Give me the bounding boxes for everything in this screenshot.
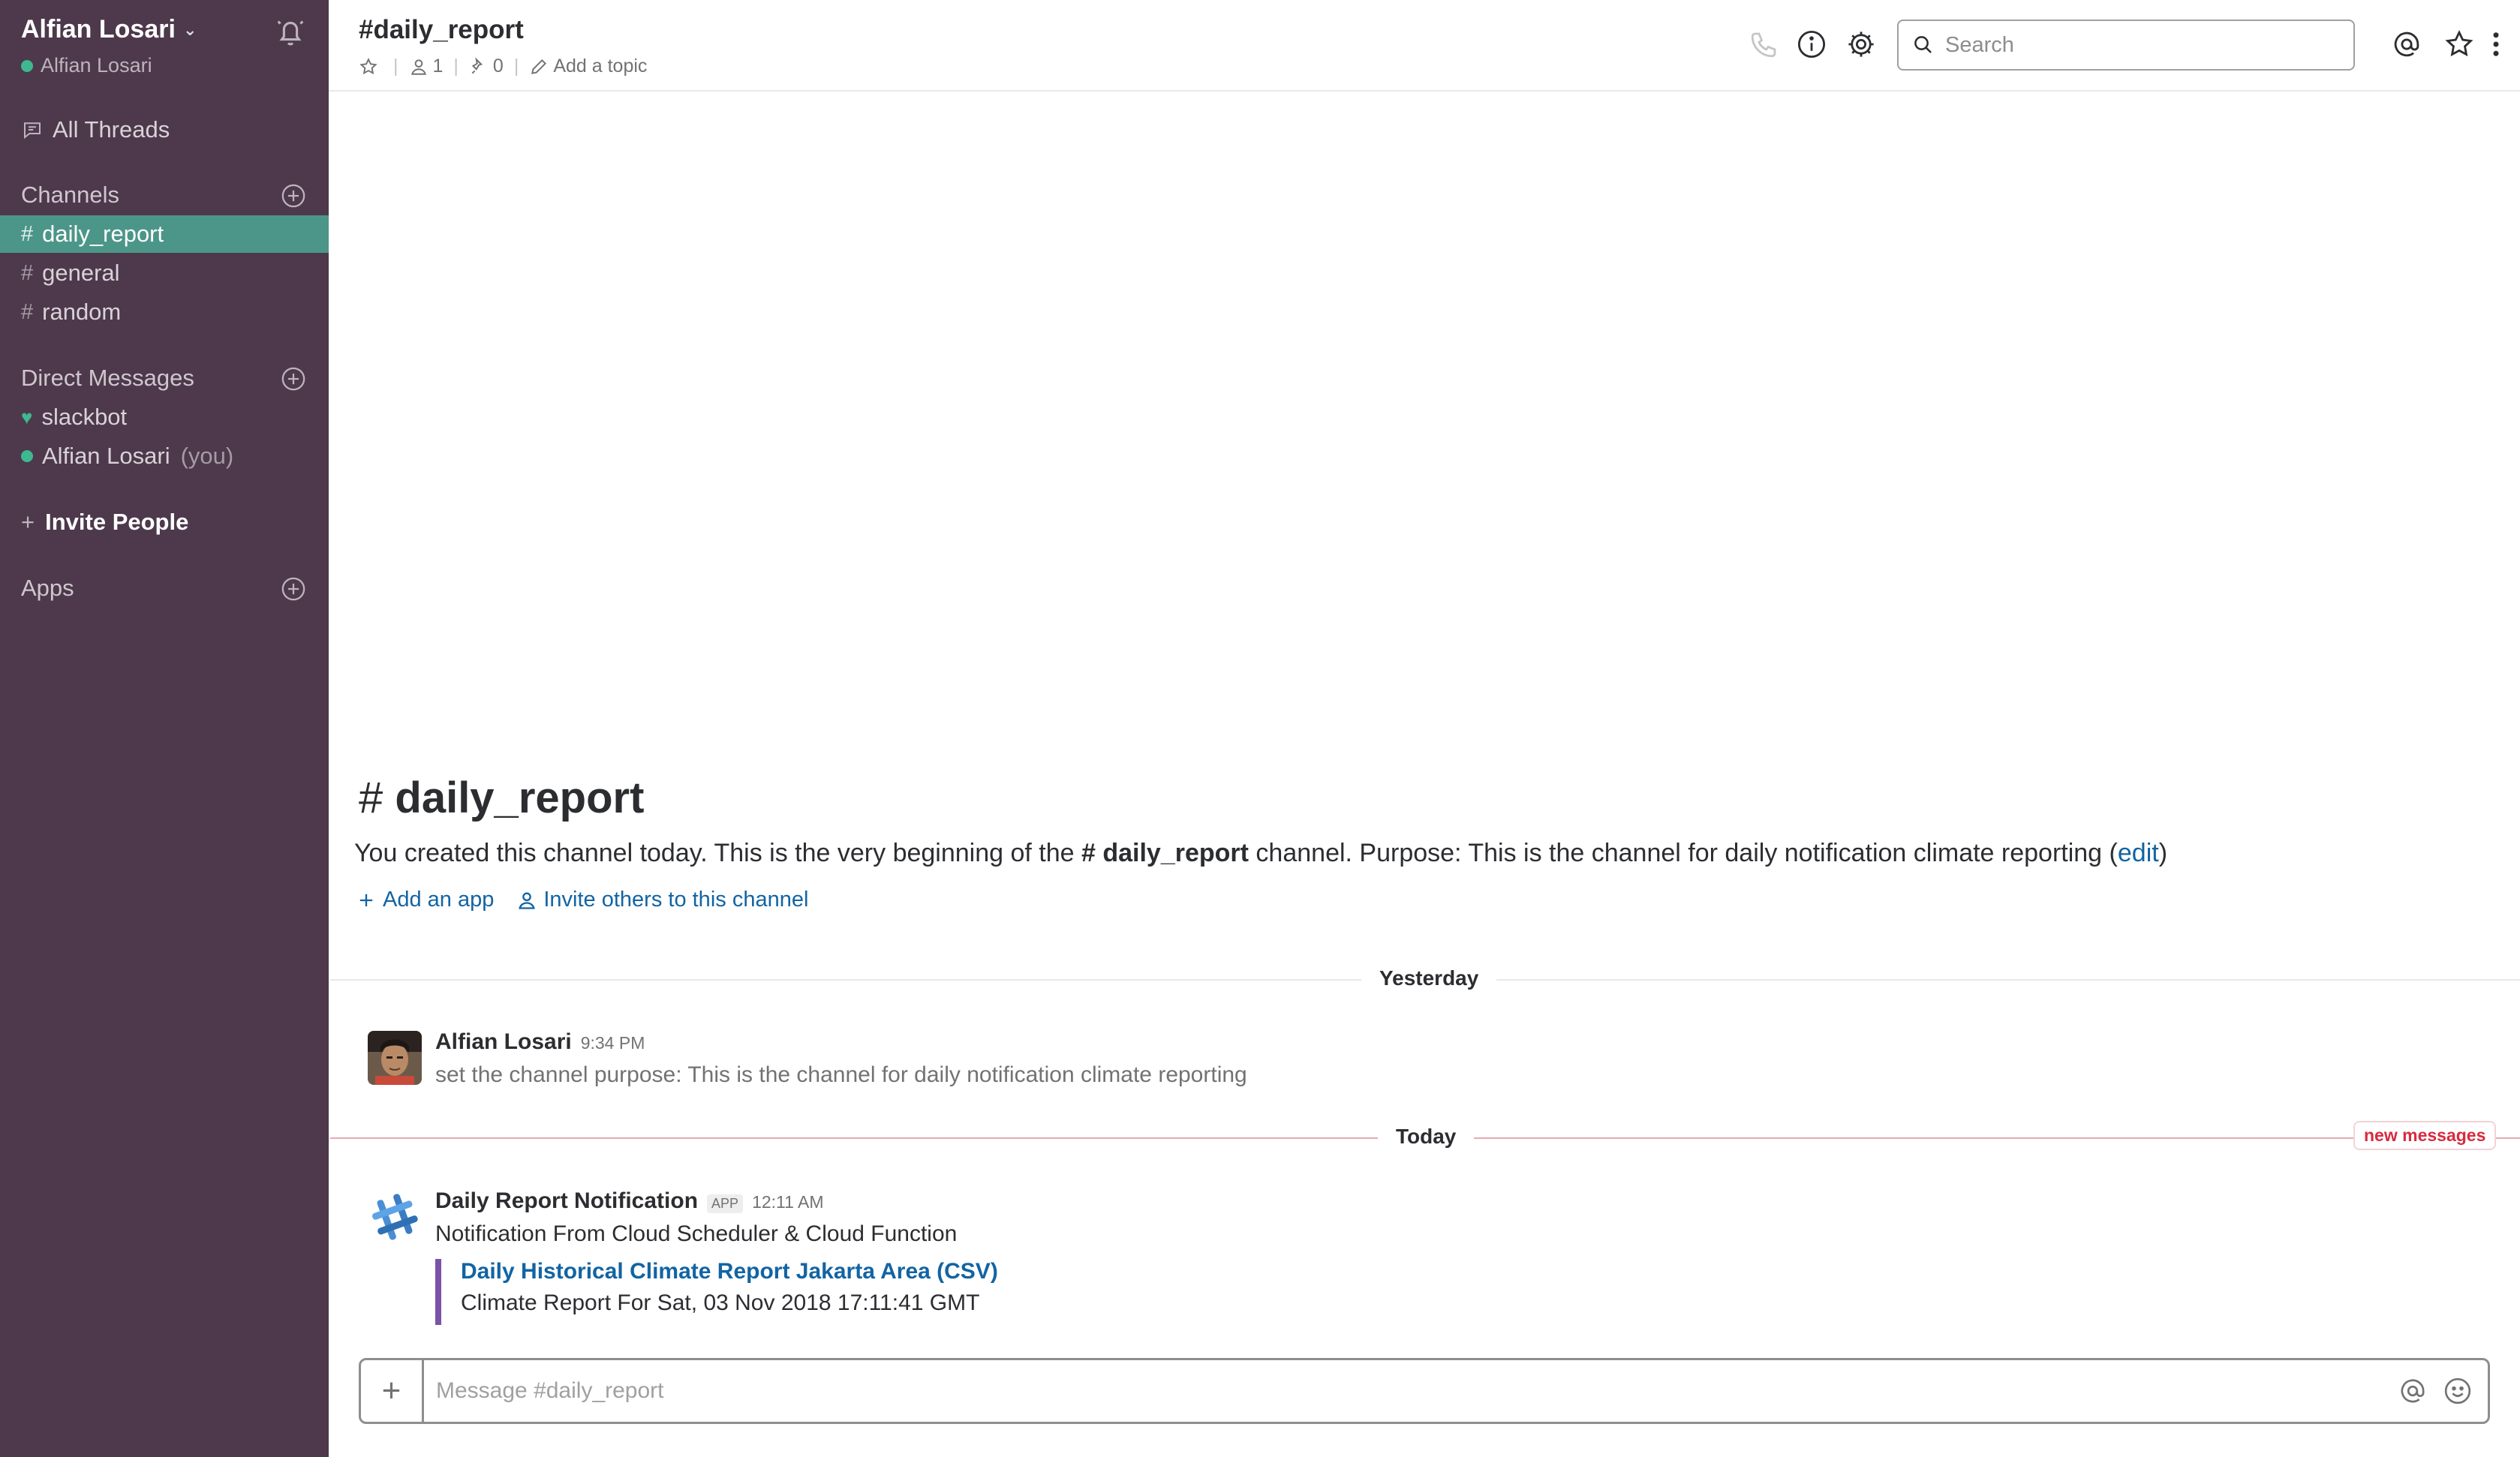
- intro-channel-name: daily_report: [395, 774, 645, 822]
- current-user: Alfian Losari: [21, 54, 152, 77]
- info-icon[interactable]: [1796, 29, 1827, 60]
- add-app-label: Add an app: [383, 888, 495, 912]
- attach-button[interactable]: +: [361, 1360, 424, 1422]
- search-box[interactable]: [1897, 20, 2355, 71]
- mention-icon[interactable]: [2398, 1376, 2428, 1406]
- star-icon[interactable]: [359, 57, 378, 77]
- pin-icon: [471, 56, 483, 74]
- add-channel-icon[interactable]: [281, 183, 306, 209]
- app-avatar[interactable]: [368, 1190, 422, 1244]
- invite-others-label: Invite others to this channel: [543, 888, 809, 912]
- more-options-icon[interactable]: [2488, 29, 2503, 60]
- add-dm-icon[interactable]: [281, 366, 306, 392]
- you-label: (you): [180, 443, 234, 469]
- plus-icon: [359, 894, 373, 906]
- message-attachment: Daily Historical Climate Report Jakarta …: [435, 1259, 998, 1325]
- hash-icon: #: [21, 260, 34, 285]
- message-header: Alfian Losari 9:34 PM: [435, 1029, 645, 1055]
- message-header: Daily Report Notification APP 12:11 AM: [435, 1188, 824, 1214]
- sidebar-item-label: slackbot: [41, 404, 128, 430]
- sidebar-item-self-dm[interactable]: Alfian Losari (you): [0, 437, 329, 475]
- add-topic-link[interactable]: Add a topic: [529, 56, 647, 77]
- message-timestamp[interactable]: 9:34 PM: [581, 1033, 645, 1053]
- add-topic-label: Add a topic: [553, 56, 648, 77]
- heart-icon: ♥: [21, 405, 33, 428]
- members-count[interactable]: 1: [409, 56, 444, 77]
- gear-icon[interactable]: [1845, 29, 1877, 60]
- sidebar-item-label: random: [42, 299, 122, 325]
- day-divider-yesterday: Yesterday: [1361, 966, 1497, 990]
- attachment-title-link[interactable]: Daily Historical Climate Report Jakarta …: [461, 1259, 998, 1284]
- intro-title: # daily_report: [359, 773, 644, 823]
- intro-hash: #: [359, 774, 383, 822]
- invite-people-button[interactable]: + Invite People: [0, 503, 329, 541]
- message-author[interactable]: Alfian Losari: [435, 1029, 572, 1055]
- sidebar: Alfian Losari ⌄ Alfian Losari All Thread…: [0, 0, 329, 1457]
- pins-count-value: 0: [492, 56, 504, 77]
- intro-text-part: ): [2158, 839, 2168, 867]
- sidebar-item-label: Alfian Losari: [42, 443, 170, 469]
- presence-icon: [21, 450, 33, 462]
- channel-title: #daily_report: [359, 15, 524, 44]
- sidebar-item-slackbot[interactable]: ♥ slackbot: [0, 398, 329, 436]
- sidebar-item-label: general: [42, 260, 120, 286]
- message-author[interactable]: Daily Report Notification: [435, 1188, 698, 1214]
- pins-count[interactable]: 0: [469, 56, 504, 77]
- person-icon: [519, 892, 536, 909]
- mentions-icon[interactable]: [2391, 29, 2422, 60]
- message-input[interactable]: [424, 1378, 2398, 1404]
- sidebar-item-label: All Threads: [53, 116, 170, 143]
- intro-actions: Add an app Invite others to this channel: [356, 888, 808, 912]
- team-name: Alfian Losari: [21, 15, 176, 44]
- message-text: set the channel purpose: This is the cha…: [435, 1062, 1247, 1087]
- intro-text-part: channel. Purpose: This is the channel fo…: [1248, 839, 2118, 867]
- phone-icon[interactable]: [1749, 29, 1780, 60]
- current-user-name: Alfian Losari: [41, 54, 152, 77]
- message-timestamp[interactable]: 12:11 AM: [752, 1192, 823, 1212]
- presence-icon: [21, 59, 33, 72]
- threads-icon: [24, 122, 41, 140]
- sidebar-item-general[interactable]: # general: [0, 254, 329, 292]
- apps-heading[interactable]: Apps: [21, 575, 74, 602]
- channel-meta: | 1 | 0 | Add a topic: [359, 56, 647, 77]
- edit-purpose-link[interactable]: edit: [2118, 839, 2159, 867]
- message-text: Notification From Cloud Scheduler & Clou…: [435, 1221, 958, 1246]
- members-count-value: 1: [432, 56, 444, 77]
- member-icon: [410, 59, 426, 75]
- starred-items-icon[interactable]: [2443, 29, 2475, 60]
- avatar[interactable]: [368, 1031, 422, 1085]
- hash-icon: #: [21, 221, 34, 246]
- app-badge: APP: [707, 1194, 744, 1213]
- intro-description: You created this channel today. This is …: [354, 839, 2167, 868]
- channel-mention[interactable]: # daily_report: [1081, 839, 1249, 867]
- channels-heading[interactable]: Channels: [21, 182, 119, 209]
- sidebar-item-random[interactable]: # random: [0, 293, 329, 331]
- invite-people-label: Invite People: [45, 509, 189, 535]
- add-app-icon[interactable]: [281, 576, 306, 602]
- plus-icon: +: [381, 1372, 401, 1409]
- channel-header: #daily_report | 1 | 0 | Add a topic: [329, 0, 2520, 92]
- attachment-text: Climate Report For Sat, 03 Nov 2018 17:1…: [461, 1290, 980, 1315]
- intro-text-part: You created this channel today. This is …: [354, 839, 1081, 867]
- hash-icon: #: [21, 299, 34, 324]
- message-composer: +: [359, 1358, 2490, 1424]
- direct-messages-heading[interactable]: Direct Messages: [21, 365, 194, 392]
- notifications-bell-icon[interactable]: [273, 15, 308, 50]
- search-icon: [1914, 36, 1932, 53]
- sidebar-item-daily-report[interactable]: # daily_report: [0, 215, 329, 253]
- new-messages-badge[interactable]: new messages: [2353, 1121, 2497, 1150]
- emoji-icon[interactable]: [2443, 1376, 2473, 1406]
- pencil-icon: [531, 59, 547, 74]
- invite-others-link[interactable]: Invite others to this channel: [516, 888, 808, 912]
- day-divider-today: Today: [1378, 1125, 1475, 1149]
- team-name-menu[interactable]: Alfian Losari ⌄: [21, 15, 197, 44]
- search-input[interactable]: [1945, 32, 2335, 58]
- sidebar-item-label: daily_report: [42, 221, 164, 247]
- sidebar-item-all-threads[interactable]: All Threads: [0, 111, 329, 149]
- plus-icon: +: [21, 509, 35, 535]
- add-app-link[interactable]: Add an app: [356, 888, 494, 912]
- chevron-down-icon: ⌄: [182, 20, 197, 39]
